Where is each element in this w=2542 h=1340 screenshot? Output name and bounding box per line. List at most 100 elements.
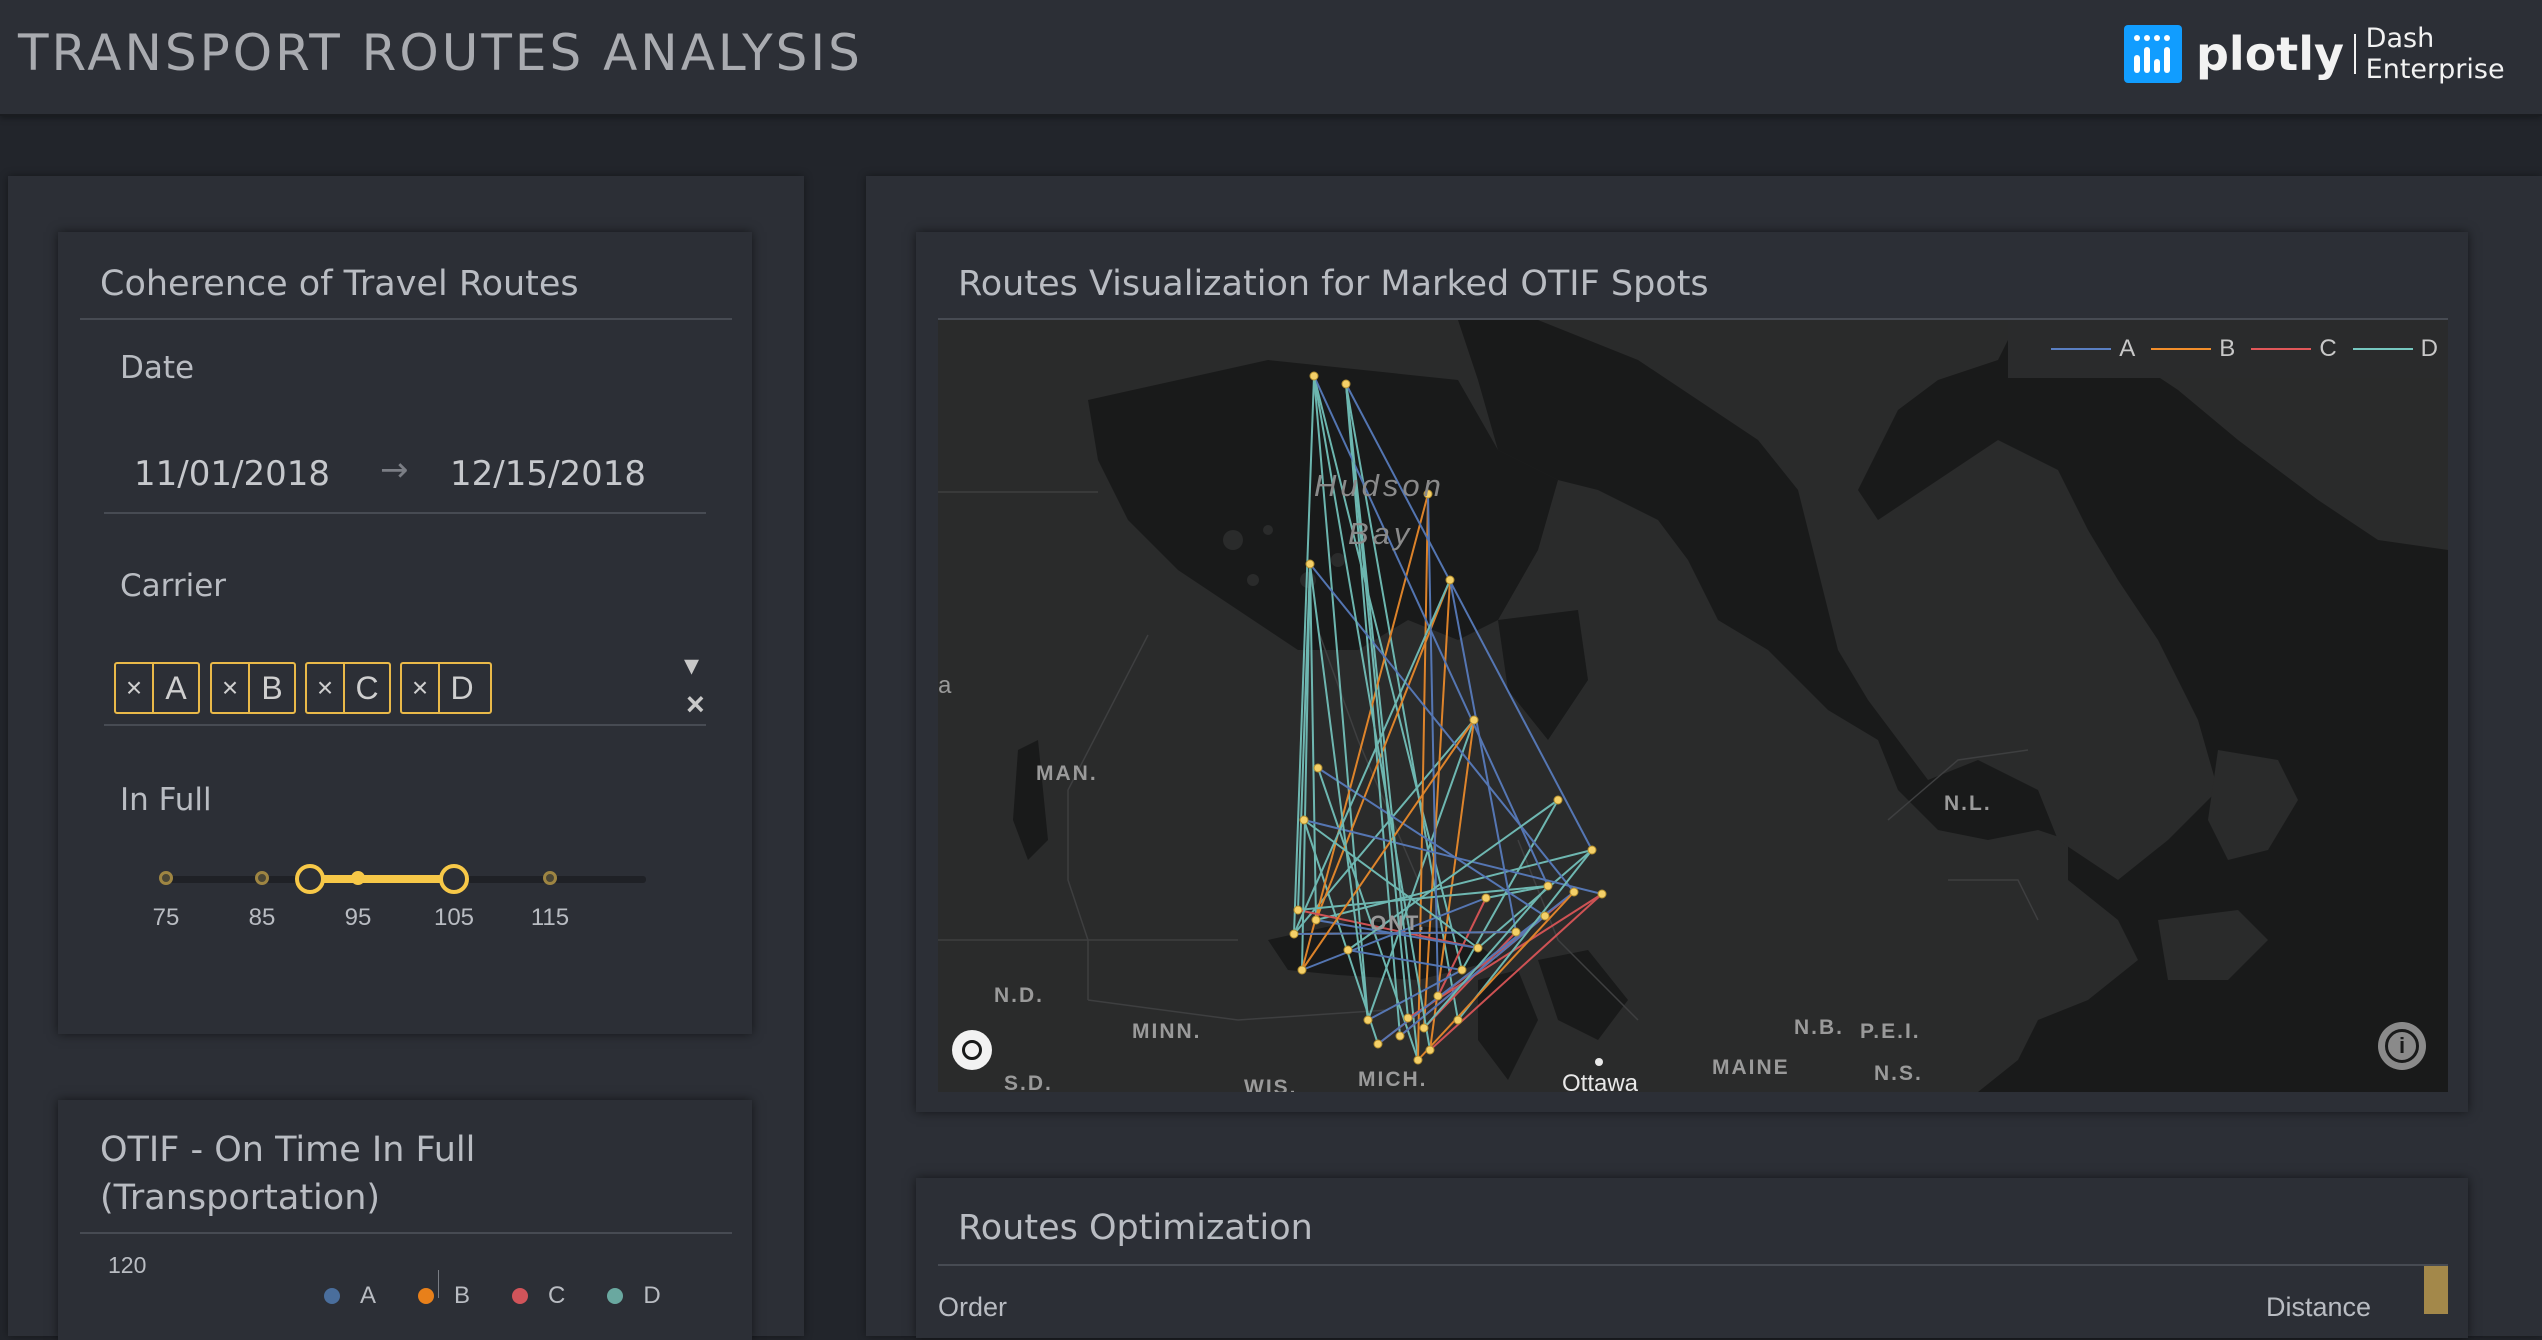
legend-line bbox=[2352, 348, 2413, 350]
infull-slider-range bbox=[310, 875, 454, 883]
map-label-hudson: Hudson bbox=[1314, 468, 1445, 503]
column-header-order[interactable]: Order bbox=[938, 1292, 1007, 1323]
legend-label: A bbox=[2119, 335, 2136, 362]
map-label-pei: P.E.I. bbox=[1860, 1020, 1921, 1043]
info-icon[interactable]: i bbox=[2378, 1022, 2426, 1070]
route-stop-marker[interactable] bbox=[1453, 1015, 1463, 1025]
route-stop-marker[interactable] bbox=[1403, 1013, 1413, 1023]
route-stop-marker[interactable] bbox=[1597, 889, 1607, 899]
slider-tick-label: 95 bbox=[344, 904, 372, 931]
info-glyph: i bbox=[2385, 1029, 2419, 1063]
route-stop-marker[interactable] bbox=[1445, 575, 1455, 585]
date-label: Date bbox=[120, 350, 195, 386]
table-scrollbar[interactable] bbox=[2424, 1266, 2448, 1314]
carrier-tag-label: D bbox=[450, 669, 474, 706]
map-label-wis: WIS. bbox=[1244, 1076, 1298, 1092]
legend-label-d[interactable]: D bbox=[643, 1282, 660, 1310]
remove-tag-icon[interactable]: × bbox=[212, 664, 250, 712]
logo-product: Dash Enterprise bbox=[2365, 23, 2505, 85]
legend-swatch-b bbox=[418, 1288, 435, 1304]
routes-map[interactable]: A B C D Hudson Bay MAN. ONT. N.D. MINN. … bbox=[938, 320, 2448, 1092]
carrier-tag-c[interactable]: × C bbox=[305, 662, 391, 714]
carrier-tag-a[interactable]: × A bbox=[114, 662, 200, 714]
remove-tag-icon[interactable]: × bbox=[307, 664, 345, 712]
route-stop-marker[interactable] bbox=[1569, 887, 1579, 897]
map-label-ont: ONT. bbox=[1370, 912, 1426, 935]
slider-tick-label: 85 bbox=[248, 904, 276, 931]
route-stop-marker[interactable] bbox=[1373, 1039, 1383, 1049]
route-stop-marker[interactable] bbox=[1311, 915, 1321, 925]
app-header: TRANSPORT ROUTES ANALYSIS plotly Dash En… bbox=[0, 0, 2542, 116]
map-legend-item-d[interactable]: D bbox=[2352, 335, 2438, 363]
filters-card-title: Coherence of Travel Routes bbox=[100, 264, 579, 304]
carrier-tag-label: B bbox=[261, 669, 283, 706]
route-stop-marker[interactable] bbox=[1481, 893, 1491, 903]
otif-title-line2: (Transportation) bbox=[100, 1178, 381, 1218]
slider-handle-high[interactable] bbox=[439, 864, 469, 894]
slider-tick-label: 105 bbox=[433, 904, 475, 931]
route-stop-marker[interactable] bbox=[1469, 715, 1479, 725]
legend-line bbox=[2051, 348, 2112, 350]
route-stop-marker[interactable] bbox=[1313, 763, 1323, 773]
legend-label: C bbox=[2319, 335, 2337, 362]
logo-word: plotly bbox=[2196, 27, 2345, 81]
date-arrow-icon: → bbox=[380, 450, 409, 490]
route-stop-marker[interactable] bbox=[1343, 945, 1353, 955]
slider-mark bbox=[255, 871, 269, 885]
chevron-down-icon[interactable]: ▾ bbox=[684, 648, 699, 683]
route-stop-marker[interactable] bbox=[1299, 815, 1309, 825]
app-title: TRANSPORT ROUTES ANALYSIS bbox=[18, 24, 863, 82]
otif-title-divider bbox=[80, 1232, 732, 1234]
carrier-underline bbox=[104, 724, 706, 726]
route-stop-marker[interactable] bbox=[1363, 1015, 1373, 1025]
route-stop-marker[interactable] bbox=[1511, 927, 1521, 937]
carrier-tag-d[interactable]: × D bbox=[400, 662, 492, 714]
map-label-nl: N.L. bbox=[1944, 792, 1992, 815]
optimization-title-divider bbox=[938, 1264, 2448, 1266]
route-stop-marker[interactable] bbox=[1457, 965, 1467, 975]
remove-tag-icon[interactable]: × bbox=[116, 664, 154, 712]
date-underline bbox=[104, 512, 706, 514]
slider-handle-low[interactable] bbox=[295, 864, 325, 894]
map-label-ns: N.S. bbox=[1874, 1062, 1923, 1085]
map-card-title: Routes Visualization for Marked OTIF Spo… bbox=[958, 264, 1709, 304]
plotly-logo-icon bbox=[2124, 25, 2182, 83]
map-legend-item-a[interactable]: A bbox=[2051, 335, 2135, 363]
column-header-distance[interactable]: Distance bbox=[2266, 1292, 2371, 1323]
carrier-tag-b[interactable]: × B bbox=[210, 662, 296, 714]
route-stop-marker[interactable] bbox=[1543, 881, 1553, 891]
clear-all-icon[interactable]: × bbox=[686, 686, 705, 723]
route-stop-marker[interactable] bbox=[1540, 911, 1550, 921]
route-stop-marker[interactable] bbox=[1341, 379, 1351, 389]
route-stop-marker[interactable] bbox=[1419, 1023, 1429, 1033]
optimization-title: Routes Optimization bbox=[958, 1208, 1313, 1248]
route-stop-marker[interactable] bbox=[1305, 559, 1315, 569]
remove-tag-icon[interactable]: × bbox=[402, 664, 440, 712]
route-stop-marker[interactable] bbox=[1395, 1031, 1405, 1041]
map-legend-item-b[interactable]: B bbox=[2151, 335, 2235, 363]
route-stop-marker[interactable] bbox=[1433, 991, 1443, 1001]
date-end-input[interactable]: 12/15/2018 bbox=[450, 454, 646, 494]
legend-label-a[interactable]: A bbox=[360, 1282, 376, 1310]
mapbox-logo-icon[interactable] bbox=[952, 1030, 992, 1070]
route-stop-marker[interactable] bbox=[1553, 795, 1563, 805]
route-stop-marker[interactable] bbox=[1425, 1045, 1435, 1055]
otif-legend: A B C D bbox=[324, 1282, 703, 1310]
map-legend-item-c[interactable]: C bbox=[2251, 335, 2337, 363]
carrier-label: Carrier bbox=[120, 568, 227, 604]
carrier-tag-label: A bbox=[165, 669, 187, 706]
route-stop-marker[interactable] bbox=[1587, 845, 1597, 855]
date-start-input[interactable]: 11/01/2018 bbox=[134, 454, 330, 494]
legend-label-b[interactable]: B bbox=[454, 1282, 470, 1310]
route-stop-marker[interactable] bbox=[1473, 943, 1483, 953]
route-stop-marker[interactable] bbox=[1297, 965, 1307, 975]
route-stop-marker[interactable] bbox=[1309, 371, 1319, 381]
route-stop-marker[interactable] bbox=[1293, 905, 1303, 915]
logo-separator bbox=[2354, 34, 2356, 74]
route-stop-marker[interactable] bbox=[1289, 929, 1299, 939]
route-stop-marker[interactable] bbox=[1413, 1055, 1423, 1065]
map-legend: A B C D bbox=[2008, 320, 2448, 378]
plotly-logo[interactable]: plotly Dash Enterprise bbox=[2124, 23, 2542, 85]
legend-label-c[interactable]: C bbox=[548, 1282, 565, 1310]
legend-swatch-d bbox=[607, 1288, 624, 1304]
